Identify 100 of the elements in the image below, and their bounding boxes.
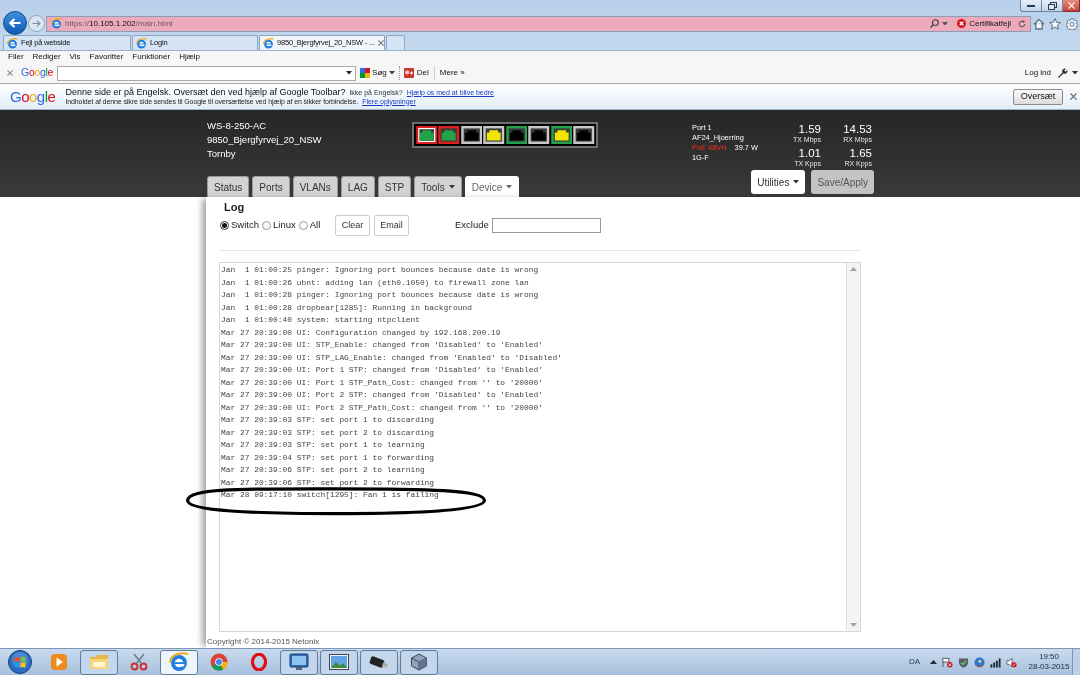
restore-icon [1047, 1, 1057, 10]
show-hidden-icons-icon[interactable] [930, 660, 937, 664]
menu-item[interactable]: Vis [69, 52, 81, 62]
menu-item[interactable]: Funktioner [132, 52, 171, 62]
search-field[interactable] [57, 65, 357, 81]
forward-button[interactable] [28, 15, 45, 32]
globe-e-icon [51, 18, 62, 29]
search-button[interactable]: Søg [360, 67, 395, 79]
nav-tab[interactable]: Ports [252, 176, 290, 197]
caret-icon [388, 71, 395, 75]
google-logo: Google [21, 65, 54, 81]
start-button[interactable] [8, 650, 32, 674]
menu-item[interactable]: Filer [8, 52, 24, 62]
nav-tab[interactable]: Device [464, 176, 520, 197]
ethernet-port-icon[interactable] [550, 126, 572, 144]
restore-button[interactable] [1042, 0, 1063, 12]
stat-value: 1.65 [849, 146, 872, 159]
clock[interactable]: 19:50 28-03-2015 [1027, 652, 1071, 672]
radio-label[interactable]: Linux [273, 218, 296, 233]
nav-tab[interactable]: VLANs [292, 176, 338, 197]
stat-value: 1.59 [798, 123, 821, 135]
radio-button[interactable] [262, 221, 271, 230]
log-button[interactable]: Clear [335, 215, 370, 236]
ethernet-port-icon[interactable] [505, 126, 527, 144]
ethernet-port-icon[interactable] [573, 126, 595, 144]
caret-icon [793, 180, 800, 184]
device-location: Tornby [207, 147, 237, 161]
ethernet-port-icon[interactable] [415, 126, 437, 144]
close-icon[interactable] [7, 70, 13, 76]
utilities-button[interactable]: Utilities [751, 170, 806, 194]
sign-in-link[interactable]: Log ind [1024, 67, 1051, 79]
shield-check-icon[interactable] [958, 656, 969, 668]
error-icon [957, 19, 967, 28]
google-squares-icon [360, 68, 371, 78]
language-indicator[interactable]: DA [908, 656, 920, 668]
more-button[interactable]: Mere » [439, 67, 465, 79]
address-url[interactable]: https://10.105.1.202/main.html [65, 17, 173, 30]
signal-icon[interactable] [990, 656, 1001, 668]
caret-icon [1072, 71, 1078, 75]
oval-ring-icon [251, 653, 267, 671]
globe-e-icon [136, 37, 147, 49]
arrow-left-icon [9, 17, 21, 28]
exclude-field[interactable] [491, 218, 601, 233]
close-icon[interactable] [1070, 93, 1077, 100]
ring-icon [210, 653, 228, 671]
ethernet-port-icon[interactable] [483, 126, 505, 144]
star-icon[interactable] [1049, 17, 1062, 30]
copyright-text: Copyright © 2014-2015 Netonix [207, 637, 321, 647]
translate-button[interactable]: Oversæt [1013, 88, 1063, 105]
section-title: Log [224, 200, 246, 214]
share-button[interactable]: Del [403, 67, 429, 79]
minimize-icon [1027, 4, 1035, 7]
refresh-icon[interactable] [1018, 19, 1026, 28]
translate-message: Denne side er på Engelsk. Oversæt den ved hjælp af Google Toolbar? [65, 87, 346, 97]
menu-item[interactable]: Hjælp [179, 52, 201, 62]
menu-item[interactable]: Rediger [32, 52, 61, 62]
monitor-icon [289, 653, 309, 671]
back-button[interactable] [3, 10, 27, 35]
play-icon [50, 653, 68, 671]
nav-tab[interactable]: Status [207, 176, 250, 197]
ethernet-port-icon[interactable] [528, 126, 550, 144]
caret-icon [346, 71, 353, 75]
scissors-icon [130, 653, 148, 671]
taskbar-app-button[interactable] [280, 649, 318, 675]
radio-button[interactable] [298, 221, 308, 230]
log-button[interactable]: Email [374, 215, 409, 236]
menu-item[interactable]: Favoritter [89, 52, 124, 62]
globe-person-icon[interactable] [974, 656, 985, 668]
globe-e-icon [169, 652, 189, 672]
taskbar-app-button[interactable] [400, 649, 438, 675]
flag-icon[interactable] [942, 656, 953, 668]
taskbar-app-button[interactable] [360, 649, 398, 675]
nav-tab[interactable]: Tools [414, 176, 462, 197]
speaker-icon[interactable] [1006, 656, 1017, 668]
radio-button[interactable] [220, 221, 229, 230]
home-icon[interactable] [1033, 17, 1046, 30]
caret-icon [942, 21, 949, 26]
picture-icon [329, 654, 349, 670]
close-icon[interactable] [377, 40, 384, 46]
radio-label[interactable]: All [309, 218, 321, 233]
plus-tile-icon [403, 68, 414, 78]
nav-tab[interactable]: STP [377, 176, 412, 197]
device-name: 9850_Bjergfyrvej_20_NSW [207, 133, 323, 147]
search-icon[interactable] [930, 19, 940, 28]
arrow-right-icon [32, 20, 41, 27]
radio-label[interactable]: Switch [231, 218, 259, 233]
close-icon [1067, 2, 1075, 9]
ethernet-port-icon[interactable] [460, 126, 482, 144]
stat-value: 1.01 [798, 146, 821, 159]
taskbar-app-button[interactable] [320, 649, 358, 675]
security-status[interactable]: Certifikatfejl [969, 17, 1011, 30]
settings-icon[interactable] [1065, 17, 1078, 30]
address-bar[interactable]: https://10.105.1.202/main.html Certifikatfejl [46, 15, 1031, 32]
close-button[interactable] [1063, 0, 1080, 12]
save-apply-button[interactable]: Save/Apply [811, 170, 874, 194]
device-model: WS-8-250-AC [207, 119, 268, 133]
folder-icon [89, 654, 109, 670]
nav-tab[interactable]: LAG [340, 176, 375, 197]
wrench-icon[interactable] [1057, 67, 1068, 79]
minimize-button[interactable] [1020, 0, 1042, 12]
